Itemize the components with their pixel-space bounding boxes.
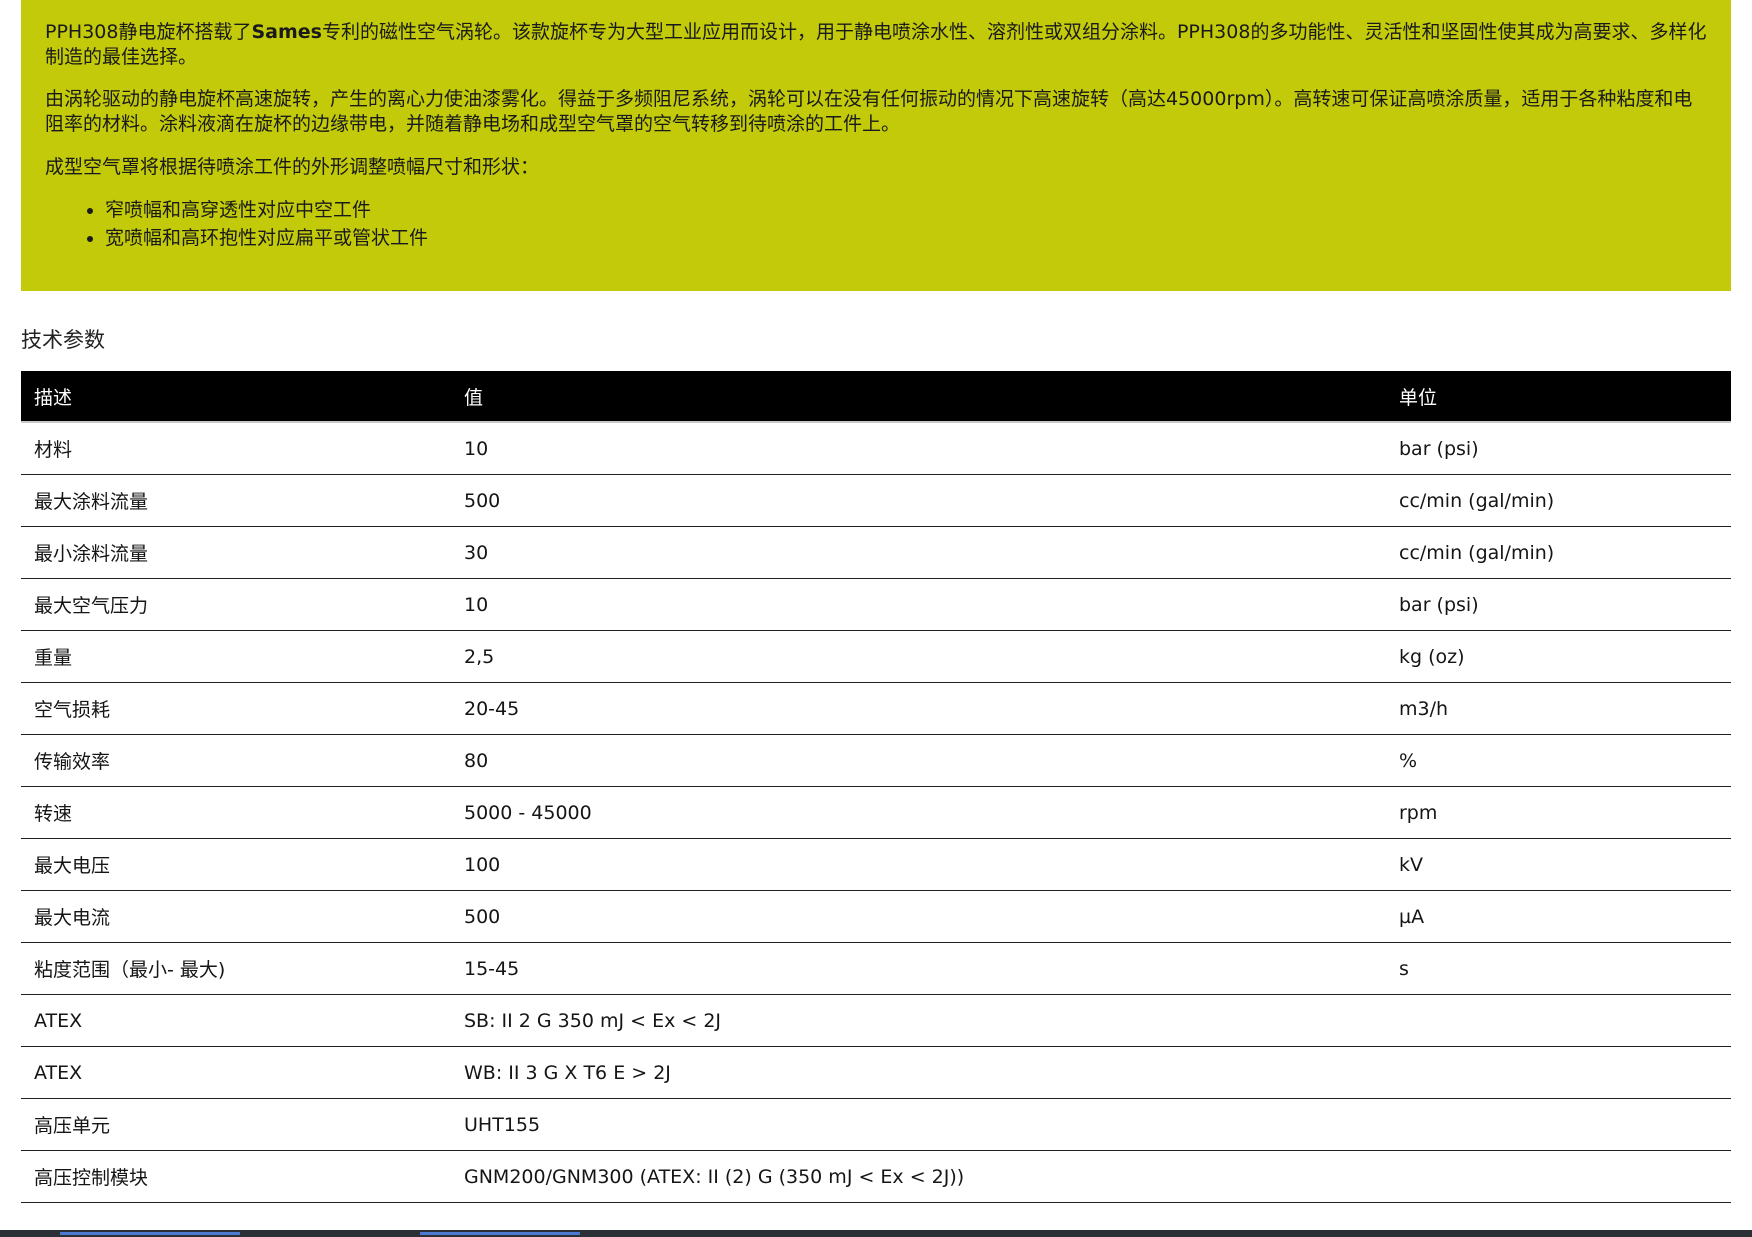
intro-bullet: 窄喷幅和高穿透性对应中空工件 xyxy=(105,198,1707,223)
cell-description: ATEX xyxy=(21,994,451,1047)
cell-unit: m3/h xyxy=(1386,682,1731,735)
cell-value: 500 xyxy=(451,890,1386,943)
cell-description: 最大电压 xyxy=(21,838,451,891)
cell-unit: rpm xyxy=(1386,786,1731,839)
table-row: 转速 5000 - 45000 rpm xyxy=(21,786,1731,839)
cell-value: 5000 - 45000 xyxy=(451,786,1386,839)
cell-unit: cc/min (gal/min) xyxy=(1386,474,1731,527)
cell-description: 最大涂料流量 xyxy=(21,474,451,527)
cell-description: 高压单元 xyxy=(21,1098,451,1151)
cell-value: SB: II 2 G 350 mJ < Ex < 2J xyxy=(451,994,1386,1047)
intro-p1-prefix: PPH308静电旋杯搭载了 xyxy=(45,21,252,43)
cell-description: 粘度范围（最小- 最大) xyxy=(21,942,451,995)
column-header-unit: 单位 xyxy=(1386,371,1731,423)
cell-description: 空气损耗 xyxy=(21,682,451,735)
section-title: 技术参数 xyxy=(21,328,105,352)
cell-unit: cc/min (gal/min) xyxy=(1386,526,1731,579)
cell-description: 材料 xyxy=(21,422,451,475)
cell-value: 20-45 xyxy=(451,682,1386,735)
table-row: 最大电压 100 kV xyxy=(21,838,1731,891)
cell-unit: bar (psi) xyxy=(1386,422,1731,475)
cell-unit: kV xyxy=(1386,838,1731,891)
cell-description: 最大电流 xyxy=(21,890,451,943)
table-row: 最大电流 500 µA xyxy=(21,890,1731,943)
cell-unit xyxy=(1386,1098,1731,1151)
cell-value: 30 xyxy=(451,526,1386,579)
cell-value: UHT155 xyxy=(451,1098,1386,1151)
table-row: 传输效率 80% xyxy=(21,734,1731,787)
table-row: 高压单元 UHT155 xyxy=(21,1098,1731,1151)
cell-value: WB: II 3 G X T6 E > 2J xyxy=(451,1046,1386,1099)
cell-description: ATEX xyxy=(21,1046,451,1099)
cell-value: GNM200/GNM300 (ATEX: II (2) G (350 mJ < … xyxy=(451,1150,1386,1203)
cell-value: 2,5 xyxy=(451,630,1386,683)
bottom-strip-segment xyxy=(60,1232,240,1235)
intro-paragraph-3: 成型空气罩将根据待喷涂工件的外形调整喷幅尺寸和形状： xyxy=(45,156,540,178)
cell-unit xyxy=(1386,1046,1731,1099)
cell-description: 传输效率 xyxy=(21,734,451,787)
table-row: 最大空气压力 10 bar (psi) xyxy=(21,578,1731,631)
intro-bullet-list: 窄喷幅和高穿透性对应中空工件 宽喷幅和高环抱性对应扁平或管状工件 xyxy=(45,198,1707,251)
cell-unit: % xyxy=(1386,734,1731,787)
cell-value: 500 xyxy=(451,474,1386,527)
cell-value: 100 xyxy=(451,838,1386,891)
table-header-row: 描述 值 单位 xyxy=(21,371,1731,423)
table-row: 粘度范围（最小- 最大) 15-45 s xyxy=(21,942,1731,995)
cell-value: 10 xyxy=(451,578,1386,631)
cell-value: 15-45 xyxy=(451,942,1386,995)
table-row: 材料 10 bar (psi) xyxy=(21,422,1731,475)
page-content: PPH308静电旋杯搭载了Sames专利的磁性空气涡轮。该款旋杯专为大型工业应用… xyxy=(21,0,1731,1203)
cell-unit: s xyxy=(1386,942,1731,995)
intro-bullet: 宽喷幅和高环抱性对应扁平或管状工件 xyxy=(105,226,1707,251)
table-row: 空气损耗 20-45 m3/h xyxy=(21,682,1731,735)
intro-paragraph-2: 由涡轮驱动的静电旋杯高速旋转，产生的离心力使油漆雾化。得益于多频阻尼系统，涡轮可… xyxy=(45,88,1693,135)
cell-unit: µA xyxy=(1386,890,1731,943)
table-row: 高压控制模块 GNM200/GNM300 (ATEX: II (2) G (350… xyxy=(21,1150,1731,1203)
bottom-strip-segment xyxy=(420,1232,580,1235)
table-row: 重量 2,5 kg (oz) xyxy=(21,630,1731,683)
cell-value: 80 xyxy=(451,734,1386,787)
column-header-description: 描述 xyxy=(21,371,451,423)
cell-unit xyxy=(1386,994,1731,1047)
table-row: 最大涂料流量 500 cc/min (gal/min) xyxy=(21,474,1731,527)
cell-unit: kg (oz) xyxy=(1386,630,1731,683)
column-header-value: 值 xyxy=(451,371,1386,423)
cell-unit: bar (psi) xyxy=(1386,578,1731,631)
specs-table: 描述 值 单位 材料 10 bar (psi) 最大涂料流量 500 cc/min (ga… xyxy=(21,371,1731,1203)
cell-value: 10 xyxy=(451,422,1386,475)
cell-description: 转速 xyxy=(21,786,451,839)
table-row: ATEX SB: II 2 G 350 mJ < Ex < 2J xyxy=(21,994,1731,1047)
table-row: ATEX WB: II 3 G X T6 E > 2J xyxy=(21,1046,1731,1099)
cell-description: 最小涂料流量 xyxy=(21,526,451,579)
table-body: 材料 10 bar (psi) 最大涂料流量 500 cc/min (gal/min) 最小… xyxy=(21,422,1731,1203)
intro-paragraph-1: PPH308静电旋杯搭载了Sames专利的磁性空气涡轮。该款旋杯专为大型工业应用… xyxy=(45,20,1707,70)
table-row: 最小涂料流量 30 cc/min (gal/min) xyxy=(21,526,1731,579)
cell-description: 最大空气压力 xyxy=(21,578,451,631)
intro-brand: Sames xyxy=(251,21,322,43)
cell-description: 重量 xyxy=(21,630,451,683)
bottom-scrollbar[interactable] xyxy=(0,1230,1752,1237)
cell-unit xyxy=(1386,1150,1731,1203)
intro-panel: PPH308静电旋杯搭载了Sames专利的磁性空气涡轮。该款旋杯专为大型工业应用… xyxy=(21,0,1731,291)
cell-description: 高压控制模块 xyxy=(21,1150,451,1203)
